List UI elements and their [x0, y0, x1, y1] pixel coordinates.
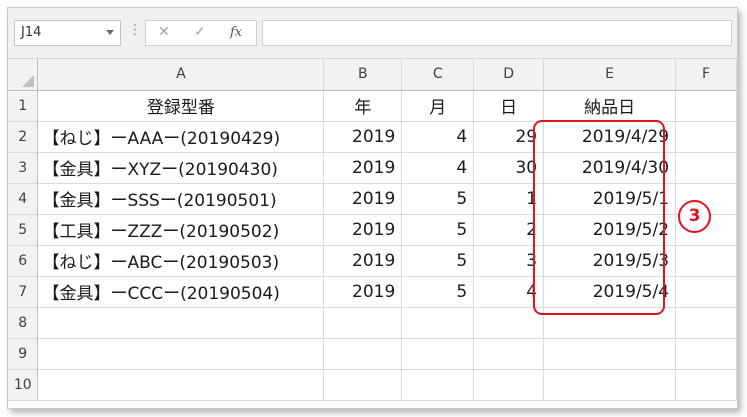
drag-handle-icon[interactable]: ⋮ — [128, 22, 142, 38]
cell-b10[interactable] — [323, 369, 403, 401]
cell-a6[interactable]: 【ねじ】ーABCー(20190503) — [37, 245, 325, 277]
cell-f7[interactable] — [675, 276, 737, 308]
cell-e1[interactable]: 納品日 — [543, 90, 677, 122]
cell-a4[interactable]: 【金具】ーSSSー(20190501) — [37, 183, 325, 215]
cell-b3[interactable]: 2019 — [323, 152, 403, 184]
cell-c1[interactable]: 月 — [401, 90, 475, 122]
chevron-down-icon[interactable] — [106, 30, 114, 35]
row-header[interactable]: 5 — [8, 214, 39, 246]
column-header-d[interactable]: D — [473, 59, 545, 91]
formula-bar: J14 ⋮ ✕ ✓ fx — [8, 8, 737, 59]
row-header[interactable]: 10 — [8, 369, 39, 401]
cell-c4[interactable]: 5 — [401, 183, 475, 215]
cell-a10[interactable] — [37, 369, 325, 401]
cell-c3[interactable]: 4 — [401, 152, 475, 184]
cell-a5[interactable]: 【工具】ーZZZー(20190502) — [37, 214, 325, 246]
column-header-a[interactable]: A — [37, 59, 325, 91]
cell-b7[interactable]: 2019 — [323, 276, 403, 308]
cell-b4[interactable]: 2019 — [323, 183, 403, 215]
highlight-box-delivery-dates — [533, 120, 665, 315]
row-header[interactable]: 8 — [8, 307, 39, 339]
row-header[interactable]: 3 — [8, 152, 39, 184]
cell-b2[interactable]: 2019 — [323, 121, 403, 153]
step-badge: 3 — [678, 200, 711, 233]
row-header[interactable]: 1 — [8, 90, 39, 122]
select-all-button[interactable] — [8, 59, 39, 91]
name-box[interactable]: J14 — [14, 20, 121, 46]
cell-e9[interactable] — [543, 338, 677, 370]
cell-c8[interactable] — [401, 307, 475, 339]
cell-c2[interactable]: 4 — [401, 121, 475, 153]
cell-a3[interactable]: 【金具】ーXYZー(20190430) — [37, 152, 325, 184]
cell-f3[interactable] — [675, 152, 737, 184]
cell-f1[interactable] — [675, 90, 737, 122]
cell-b9[interactable] — [323, 338, 403, 370]
cell-a1[interactable]: 登録型番 — [37, 90, 325, 122]
cell-f8[interactable] — [675, 307, 737, 339]
cell-a7[interactable]: 【金具】ーCCCー(20190504) — [37, 276, 325, 308]
table-row: 9 — [8, 338, 737, 370]
cell-d8[interactable] — [473, 307, 545, 339]
row-header[interactable]: 2 — [8, 121, 39, 153]
cell-c10[interactable] — [401, 369, 475, 401]
cell-c5[interactable]: 5 — [401, 214, 475, 246]
cell-f6[interactable] — [675, 245, 737, 277]
cell-a9[interactable] — [37, 338, 325, 370]
cell-d9[interactable] — [473, 338, 545, 370]
cell-f9[interactable] — [675, 338, 737, 370]
row-header[interactable]: 4 — [8, 183, 39, 215]
name-box-value: J14 — [21, 25, 42, 40]
column-header-e[interactable]: E — [543, 59, 677, 91]
column-header-f[interactable]: F — [675, 59, 737, 91]
cell-b1[interactable]: 年 — [323, 90, 403, 122]
table-row: 10 — [8, 369, 737, 401]
column-header-c[interactable]: C — [401, 59, 475, 91]
cell-b5[interactable]: 2019 — [323, 214, 403, 246]
spreadsheet-window: J14 ⋮ ✕ ✓ fx A B C D E F 1 登録型番 年 月 日 納品… — [7, 7, 738, 409]
formula-input[interactable] — [262, 20, 732, 46]
cell-f2[interactable] — [675, 121, 737, 153]
cell-d1[interactable]: 日 — [473, 90, 545, 122]
cell-e10[interactable] — [543, 369, 677, 401]
select-all-triangle-icon — [22, 74, 35, 87]
cell-c7[interactable]: 5 — [401, 276, 475, 308]
row-header[interactable]: 7 — [8, 276, 39, 308]
cell-a8[interactable] — [37, 307, 325, 339]
cell-f10[interactable] — [675, 369, 737, 401]
formula-buttons: ✕ ✓ fx — [145, 20, 257, 46]
table-row: 1 登録型番年月日納品日 — [8, 90, 737, 122]
cell-a2[interactable]: 【ねじ】ーAAAー(20190429) — [37, 121, 325, 153]
insert-function-icon[interactable]: fx — [230, 25, 242, 40]
cell-c9[interactable] — [401, 338, 475, 370]
column-header-b[interactable]: B — [323, 59, 403, 91]
cell-b6[interactable]: 2019 — [323, 245, 403, 277]
cell-b8[interactable] — [323, 307, 403, 339]
enter-icon[interactable]: ✓ — [194, 24, 206, 40]
cell-d10[interactable] — [473, 369, 545, 401]
row-header[interactable]: 6 — [8, 245, 39, 277]
row-header[interactable]: 9 — [8, 338, 39, 370]
cancel-icon[interactable]: ✕ — [158, 24, 170, 40]
cell-c6[interactable]: 5 — [401, 245, 475, 277]
column-header-row: A B C D E F — [8, 59, 737, 91]
